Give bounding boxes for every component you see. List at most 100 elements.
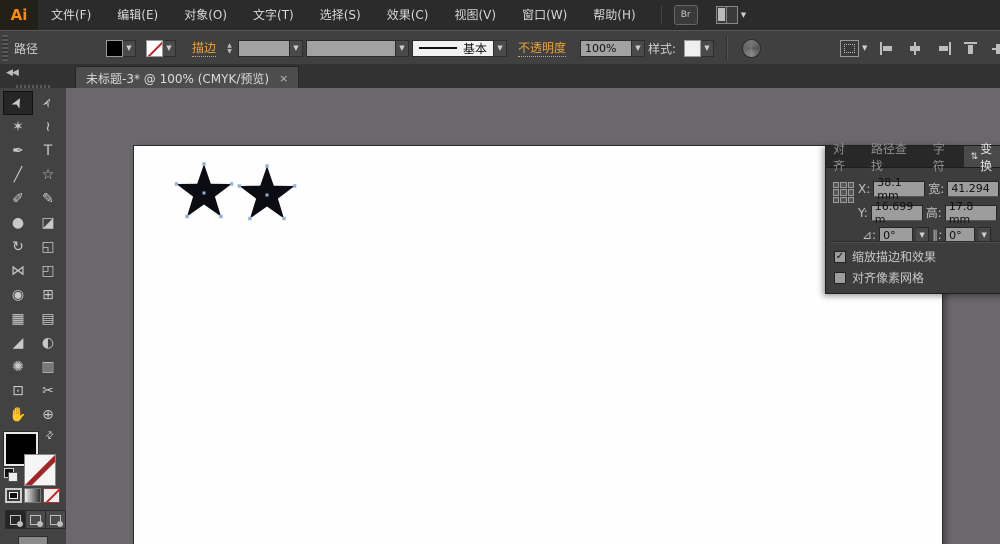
- direct-selection-tool[interactable]: ➣: [33, 91, 63, 115]
- anchor-point[interactable]: [230, 182, 233, 185]
- draw-behind-button[interactable]: [26, 511, 46, 528]
- gradient-tool[interactable]: ▤: [33, 307, 63, 331]
- stroke-weight-stepper[interactable]: ▲▼: [224, 31, 235, 65]
- type-tool[interactable]: T: [33, 139, 63, 163]
- align-vertical-top-button[interactable]: [964, 31, 979, 65]
- scale-tool[interactable]: ◱: [33, 235, 63, 259]
- align-horizontal-right-button[interactable]: [936, 31, 951, 65]
- arrange-documents-button[interactable]: ▼: [716, 6, 746, 24]
- eraser-tool[interactable]: ◪: [33, 211, 63, 235]
- menu-edit[interactable]: 编辑(E): [104, 0, 171, 30]
- height-input[interactable]: 17.8 mm: [945, 205, 997, 221]
- document-tab[interactable]: 未标题-3* @ 100% (CMYK/预览) ×: [75, 66, 299, 89]
- free-transform-tool[interactable]: ◰: [33, 259, 63, 283]
- shape-builder-tool[interactable]: ◉: [3, 283, 33, 307]
- anchor-point[interactable]: [265, 164, 268, 167]
- menu-effect[interactable]: 效果(C): [374, 0, 442, 30]
- opacity-panel-link[interactable]: 不透明度: [518, 40, 566, 57]
- x-input[interactable]: 38.1 mm: [873, 181, 925, 197]
- chevron-down-icon[interactable]: ▼: [163, 40, 176, 57]
- panel-tab-character[interactable]: 字符: [926, 146, 964, 167]
- close-icon[interactable]: ×: [279, 72, 288, 85]
- canvas[interactable]: 对齐路径查找字符⇅变换 X: 38.1 mm 宽: 41.294 Y: 16.6…: [66, 88, 1000, 544]
- align-options-dropdown[interactable]: ▼: [840, 31, 867, 65]
- menu-help[interactable]: 帮助(H): [580, 0, 648, 30]
- bridge-icon[interactable]: Br: [674, 5, 698, 25]
- anchor-point[interactable]: [238, 184, 241, 187]
- slice-tool[interactable]: ✂: [33, 379, 63, 403]
- pencil-tool[interactable]: ✎: [33, 187, 63, 211]
- draw-normal-button[interactable]: [6, 511, 26, 528]
- graphic-style-dropdown[interactable]: ▼: [684, 31, 714, 65]
- eyedropper-tool[interactable]: ◢: [3, 331, 33, 355]
- blend-tool[interactable]: ◐: [33, 331, 63, 355]
- tools-panel-grip[interactable]: [16, 85, 50, 88]
- recolor-artwork-button[interactable]: [742, 31, 761, 65]
- align-horizontal-center-button[interactable]: [908, 31, 923, 65]
- align-vertical-center-button[interactable]: [992, 31, 1000, 65]
- reference-point-locator-icon[interactable]: [833, 182, 854, 203]
- menu-object[interactable]: 对象(O): [171, 0, 240, 30]
- selection-tool[interactable]: ➤: [3, 91, 33, 115]
- chevron-down-icon[interactable]: ▼: [632, 40, 645, 57]
- anchor-point[interactable]: [202, 162, 205, 165]
- width-profile-dropdown[interactable]: ▼: [306, 31, 409, 65]
- color-button[interactable]: [5, 488, 22, 503]
- stroke-color-control[interactable]: ▼: [146, 31, 176, 65]
- center-point[interactable]: [203, 192, 206, 195]
- mesh-tool[interactable]: ▦: [3, 307, 33, 331]
- anchor-point[interactable]: [175, 182, 178, 185]
- rotate-tool[interactable]: ↻: [3, 235, 33, 259]
- swap-fill-stroke-icon[interactable]: ⇄: [43, 429, 57, 443]
- checkbox-unchecked-icon[interactable]: [834, 272, 846, 284]
- chevron-down-icon[interactable]: ▼: [396, 40, 409, 57]
- star-shape[interactable]: [176, 164, 231, 217]
- none-button[interactable]: [43, 488, 60, 503]
- stroke-panel-link[interactable]: 描边: [192, 40, 216, 57]
- menu-view[interactable]: 视图(V): [441, 0, 509, 30]
- paintbrush-tool[interactable]: ✐: [3, 187, 33, 211]
- menu-type[interactable]: 文字(T): [240, 0, 307, 30]
- chevron-down-icon[interactable]: ▼: [123, 40, 136, 57]
- chevron-down-icon[interactable]: ▼: [290, 40, 303, 57]
- zoom-tool[interactable]: ⊕: [33, 403, 63, 427]
- menu-select[interactable]: 选择(S): [307, 0, 374, 30]
- pen-tool[interactable]: ✒: [3, 139, 33, 163]
- width-input[interactable]: 41.294: [947, 181, 999, 197]
- perspective-grid-tool[interactable]: ⊞: [33, 283, 63, 307]
- draw-inside-button[interactable]: [46, 511, 65, 528]
- default-fill-stroke-icon[interactable]: [4, 468, 17, 481]
- gradient-button[interactable]: [24, 488, 41, 503]
- center-point[interactable]: [266, 194, 269, 197]
- anchor-point[interactable]: [293, 184, 296, 187]
- pixel-grid-checkbox[interactable]: 对齐像素网格: [834, 269, 924, 286]
- line-segment-tool[interactable]: ╱: [3, 163, 33, 187]
- symbol-sprayer-tool[interactable]: ✺: [3, 355, 33, 379]
- scale-strokes-checkbox[interactable]: ✓ 缩放描边和效果: [834, 248, 936, 265]
- y-input[interactable]: 16.699 m: [871, 205, 923, 221]
- chevron-down-icon[interactable]: ▼: [494, 40, 507, 57]
- anchor-point[interactable]: [248, 217, 251, 220]
- brush-definition-dropdown[interactable]: 基本 ▼: [412, 31, 507, 65]
- magic-wand-tool[interactable]: ✶: [3, 115, 33, 139]
- menu-file[interactable]: 文件(F): [38, 0, 104, 30]
- collapse-panel-icon[interactable]: ◀◀: [6, 68, 18, 78]
- control-bar-grip[interactable]: [2, 35, 8, 61]
- artboard-tool[interactable]: ⊡: [3, 379, 33, 403]
- column-graph-tool[interactable]: ▥: [33, 355, 63, 379]
- stroke-weight-dropdown[interactable]: ▼: [238, 31, 303, 65]
- screen-mode-button[interactable]: [18, 536, 48, 544]
- chevron-down-icon[interactable]: ▼: [701, 40, 714, 57]
- fill-color-control[interactable]: ▼: [106, 31, 136, 65]
- stroke-color-proxy[interactable]: [24, 454, 56, 486]
- checkbox-checked-icon[interactable]: ✓: [834, 251, 846, 263]
- width-tool[interactable]: ⋈: [3, 259, 33, 283]
- opacity-dropdown[interactable]: 100% ▼: [580, 31, 645, 65]
- hand-tool[interactable]: ✋: [3, 403, 33, 427]
- menu-window[interactable]: 窗口(W): [509, 0, 580, 30]
- panel-tab-align[interactable]: 对齐: [826, 146, 864, 167]
- anchor-point[interactable]: [219, 215, 222, 218]
- lasso-tool[interactable]: ≀: [33, 115, 63, 139]
- align-horizontal-left-button[interactable]: [880, 31, 895, 65]
- panel-tab-transform[interactable]: ⇅变换: [964, 146, 1000, 167]
